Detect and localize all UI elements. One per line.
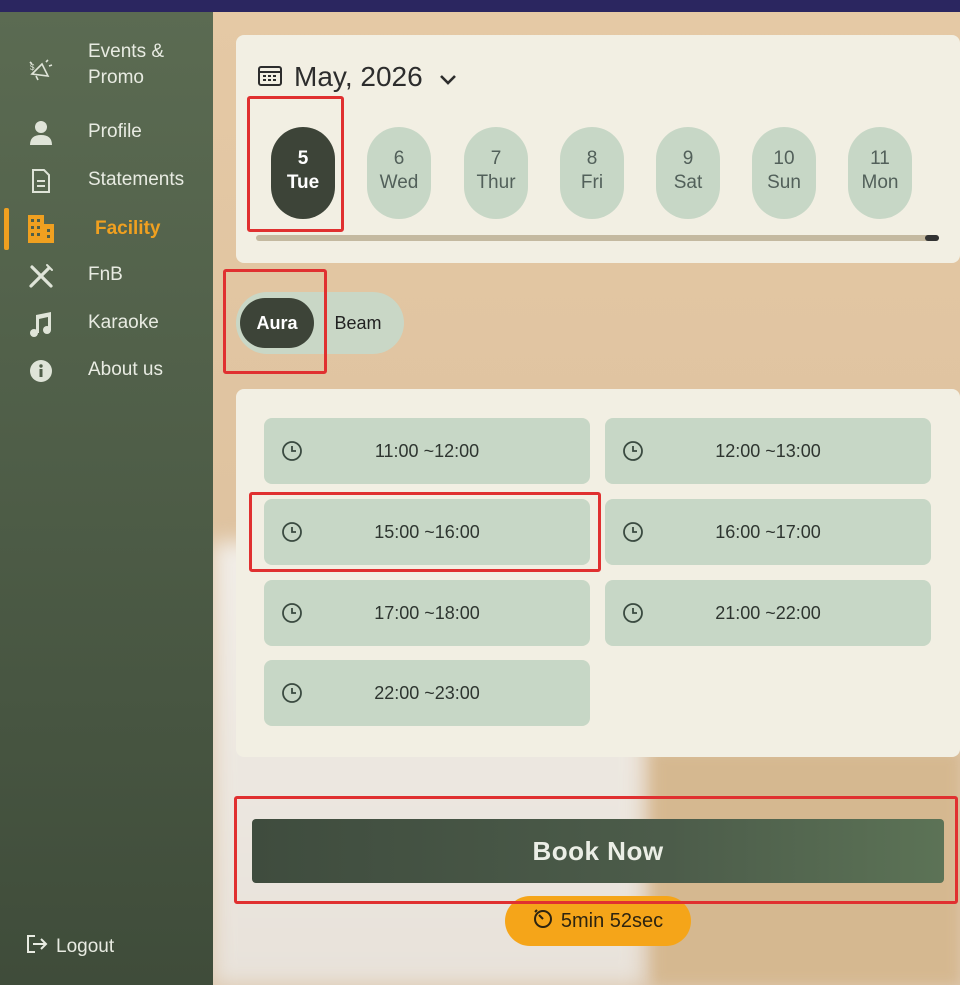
- megaphone-icon: $: [26, 56, 56, 86]
- time-slot[interactable]: 17:00 ~18:00: [264, 580, 590, 646]
- svg-text:$: $: [30, 63, 35, 72]
- logout-label: Logout: [56, 936, 115, 957]
- day-number: 11: [870, 148, 890, 169]
- day-number: 8: [586, 148, 598, 169]
- logout-icon: [26, 934, 48, 960]
- sidebar-item-karaoke[interactable]: Karaoke: [0, 309, 213, 337]
- time-slot-label: 21:00 ~22:00: [715, 602, 821, 623]
- days-scrollbar[interactable]: [256, 235, 939, 241]
- room-toggle: Aura Beam: [236, 292, 404, 354]
- time-slot-label: 22:00 ~23:00: [374, 682, 480, 703]
- room-option-aura[interactable]: Aura: [240, 298, 314, 348]
- time-slots-card: 11:00 ~12:00 12:00 ~13:00 15:00 ~16:00 1…: [236, 389, 960, 757]
- sidebar: $ Events & Promo Profile Statements Faci…: [0, 12, 213, 985]
- day-number: 9: [682, 148, 694, 169]
- day-pill-11[interactable]: 11 Mon: [848, 127, 912, 219]
- day-pill-10[interactable]: 10 Sun: [752, 127, 816, 219]
- sidebar-item-about-us[interactable]: About us: [0, 356, 213, 384]
- day-pill-9[interactable]: 9 Sat: [656, 127, 720, 219]
- day-of-week: Wed: [379, 172, 419, 193]
- month-label: May, 2026: [294, 61, 423, 92]
- stopwatch-icon: [533, 907, 553, 935]
- day-of-week: Sun: [767, 172, 801, 193]
- music-note-icon: [26, 309, 56, 339]
- sidebar-item-label: Events &: [88, 41, 165, 62]
- sidebar-item-label: Statements: [88, 169, 185, 190]
- time-slot-label: 11:00 ~12:00: [374, 440, 480, 461]
- room-option-beam[interactable]: Beam: [328, 298, 388, 348]
- sidebar-item-label: Facility: [95, 218, 161, 239]
- day-pill-6[interactable]: 6 Wed: [367, 127, 431, 219]
- sidebar-item-label: FnB: [88, 264, 123, 285]
- day-of-week: Fri: [580, 172, 604, 193]
- sidebar-item-label: Karaoke: [88, 312, 159, 333]
- main-content: May, 2026 5 Tue 6 Wed 7 Thur 8 Fri 9 Sat…: [213, 12, 960, 985]
- sidebar-item-fnb[interactable]: FnB: [0, 261, 213, 289]
- time-slot-label: 16:00 ~17:00: [715, 521, 821, 542]
- time-slot[interactable]: 11:00 ~12:00: [264, 418, 590, 484]
- day-of-week: Tue: [286, 172, 320, 193]
- sidebar-item-label: Promo: [88, 67, 144, 88]
- time-slot-label: 17:00 ~18:00: [374, 602, 480, 623]
- sidebar-item-profile[interactable]: Profile: [0, 118, 213, 146]
- day-of-week: Sat: [673, 172, 703, 193]
- time-slot[interactable]: 12:00 ~13:00: [605, 418, 931, 484]
- date-selector-card: May, 2026 5 Tue 6 Wed 7 Thur 8 Fri 9 Sat…: [236, 35, 960, 263]
- timer-text: 5min 52sec: [560, 909, 664, 932]
- time-slot-label: 15:00 ~16:00: [374, 521, 480, 542]
- time-slot[interactable]: 22:00 ~23:00: [264, 660, 590, 726]
- time-slot[interactable]: 16:00 ~17:00: [605, 499, 931, 565]
- app-frame: $ Events & Promo Profile Statements Faci…: [0, 12, 960, 985]
- time-slot-label: 12:00 ~13:00: [715, 440, 821, 461]
- sidebar-item-label: Profile: [88, 121, 142, 142]
- day-number: 10: [773, 148, 795, 169]
- sidebar-item-facility[interactable]: Facility: [0, 214, 213, 244]
- sidebar-item-statements[interactable]: Statements: [0, 166, 213, 194]
- info-icon: [26, 356, 56, 386]
- day-number: 6: [393, 148, 405, 169]
- document-icon: [26, 166, 56, 196]
- countdown-timer: 5min 52sec: [505, 896, 691, 946]
- time-slot[interactable]: 21:00 ~22:00: [605, 580, 931, 646]
- calendar-icon: [258, 61, 282, 93]
- sidebar-item-events-promo[interactable]: $ Events & Promo: [0, 40, 213, 96]
- day-pill-5[interactable]: 5 Tue: [271, 127, 335, 219]
- day-of-week: Thur: [476, 172, 516, 193]
- chevron-down-icon: [439, 61, 457, 93]
- day-pill-8[interactable]: 8 Fri: [560, 127, 624, 219]
- day-number: 7: [490, 148, 502, 169]
- sidebar-item-label: About us: [88, 359, 163, 380]
- day-number: 5: [297, 148, 309, 169]
- building-icon: [26, 214, 56, 244]
- utensils-icon: [26, 261, 56, 291]
- scrollbar-thumb[interactable]: [925, 235, 939, 241]
- book-now-button[interactable]: Book Now: [252, 819, 944, 883]
- day-pill-7[interactable]: 7 Thur: [464, 127, 528, 219]
- month-selector[interactable]: May, 2026: [258, 61, 457, 93]
- day-of-week: Mon: [861, 172, 899, 193]
- person-icon: [26, 118, 56, 148]
- logout-button[interactable]: Logout: [26, 934, 114, 960]
- time-slot[interactable]: 15:00 ~16:00: [264, 499, 590, 565]
